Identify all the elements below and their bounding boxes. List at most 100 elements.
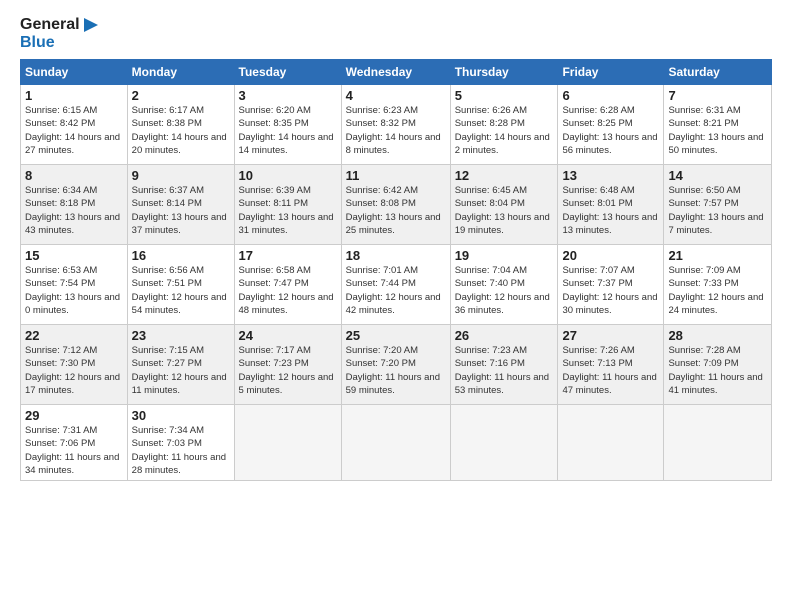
calendar-cell <box>341 405 450 481</box>
weekday-header: Thursday <box>450 60 558 85</box>
calendar-cell: 24 Sunrise: 7:17 AM Sunset: 7:23 PM Dayl… <box>234 325 341 405</box>
calendar-cell: 15 Sunrise: 6:53 AM Sunset: 7:54 PM Dayl… <box>21 245 128 325</box>
calendar-week-row: 15 Sunrise: 6:53 AM Sunset: 7:54 PM Dayl… <box>21 245 772 325</box>
day-number: 9 <box>132 168 230 183</box>
day-info: Sunrise: 7:17 AM Sunset: 7:23 PM Dayligh… <box>239 344 337 397</box>
day-number: 1 <box>25 88 123 103</box>
calendar-cell: 19 Sunrise: 7:04 AM Sunset: 7:40 PM Dayl… <box>450 245 558 325</box>
day-info: Sunrise: 7:31 AM Sunset: 7:06 PM Dayligh… <box>25 424 123 477</box>
calendar-week-row: 29 Sunrise: 7:31 AM Sunset: 7:06 PM Dayl… <box>21 405 772 481</box>
day-info: Sunrise: 6:17 AM Sunset: 8:38 PM Dayligh… <box>132 104 230 157</box>
day-number: 13 <box>562 168 659 183</box>
calendar-cell <box>664 405 772 481</box>
calendar-cell: 27 Sunrise: 7:26 AM Sunset: 7:13 PM Dayl… <box>558 325 664 405</box>
day-info: Sunrise: 6:42 AM Sunset: 8:08 PM Dayligh… <box>346 184 446 237</box>
day-number: 25 <box>346 328 446 343</box>
calendar-cell: 20 Sunrise: 7:07 AM Sunset: 7:37 PM Dayl… <box>558 245 664 325</box>
day-info: Sunrise: 7:34 AM Sunset: 7:03 PM Dayligh… <box>132 424 230 477</box>
calendar-week-row: 1 Sunrise: 6:15 AM Sunset: 8:42 PM Dayli… <box>21 85 772 165</box>
calendar-cell: 21 Sunrise: 7:09 AM Sunset: 7:33 PM Dayl… <box>664 245 772 325</box>
day-number: 30 <box>132 408 230 423</box>
calendar-cell: 1 Sunrise: 6:15 AM Sunset: 8:42 PM Dayli… <box>21 85 128 165</box>
calendar-cell: 28 Sunrise: 7:28 AM Sunset: 7:09 PM Dayl… <box>664 325 772 405</box>
calendar-cell: 10 Sunrise: 6:39 AM Sunset: 8:11 PM Dayl… <box>234 165 341 245</box>
day-info: Sunrise: 7:01 AM Sunset: 7:44 PM Dayligh… <box>346 264 446 317</box>
day-info: Sunrise: 7:15 AM Sunset: 7:27 PM Dayligh… <box>132 344 230 397</box>
weekday-header: Saturday <box>664 60 772 85</box>
calendar-cell: 16 Sunrise: 6:56 AM Sunset: 7:51 PM Dayl… <box>127 245 234 325</box>
calendar-cell: 11 Sunrise: 6:42 AM Sunset: 8:08 PM Dayl… <box>341 165 450 245</box>
day-number: 7 <box>668 88 767 103</box>
calendar-week-row: 8 Sunrise: 6:34 AM Sunset: 8:18 PM Dayli… <box>21 165 772 245</box>
weekday-header: Sunday <box>21 60 128 85</box>
day-number: 27 <box>562 328 659 343</box>
day-number: 14 <box>668 168 767 183</box>
day-number: 10 <box>239 168 337 183</box>
calendar-cell: 4 Sunrise: 6:23 AM Sunset: 8:32 PM Dayli… <box>341 85 450 165</box>
day-number: 15 <box>25 248 123 263</box>
calendar-cell: 5 Sunrise: 6:26 AM Sunset: 8:28 PM Dayli… <box>450 85 558 165</box>
calendar-cell: 7 Sunrise: 6:31 AM Sunset: 8:21 PM Dayli… <box>664 85 772 165</box>
day-info: Sunrise: 6:45 AM Sunset: 8:04 PM Dayligh… <box>455 184 554 237</box>
day-info: Sunrise: 6:50 AM Sunset: 7:57 PM Dayligh… <box>668 184 767 237</box>
calendar-cell: 12 Sunrise: 6:45 AM Sunset: 8:04 PM Dayl… <box>450 165 558 245</box>
day-info: Sunrise: 6:48 AM Sunset: 8:01 PM Dayligh… <box>562 184 659 237</box>
day-number: 12 <box>455 168 554 183</box>
day-info: Sunrise: 6:37 AM Sunset: 8:14 PM Dayligh… <box>132 184 230 237</box>
calendar-cell: 8 Sunrise: 6:34 AM Sunset: 8:18 PM Dayli… <box>21 165 128 245</box>
day-number: 19 <box>455 248 554 263</box>
calendar-cell: 14 Sunrise: 6:50 AM Sunset: 7:57 PM Dayl… <box>664 165 772 245</box>
header: General Blue <box>20 16 772 51</box>
calendar-cell: 26 Sunrise: 7:23 AM Sunset: 7:16 PM Dayl… <box>450 325 558 405</box>
day-info: Sunrise: 6:56 AM Sunset: 7:51 PM Dayligh… <box>132 264 230 317</box>
day-number: 3 <box>239 88 337 103</box>
calendar-cell: 2 Sunrise: 6:17 AM Sunset: 8:38 PM Dayli… <box>127 85 234 165</box>
calendar-cell: 23 Sunrise: 7:15 AM Sunset: 7:27 PM Dayl… <box>127 325 234 405</box>
day-number: 24 <box>239 328 337 343</box>
day-info: Sunrise: 6:58 AM Sunset: 7:47 PM Dayligh… <box>239 264 337 317</box>
day-info: Sunrise: 6:31 AM Sunset: 8:21 PM Dayligh… <box>668 104 767 157</box>
day-info: Sunrise: 6:26 AM Sunset: 8:28 PM Dayligh… <box>455 104 554 157</box>
day-info: Sunrise: 7:26 AM Sunset: 7:13 PM Dayligh… <box>562 344 659 397</box>
day-number: 5 <box>455 88 554 103</box>
day-info: Sunrise: 6:34 AM Sunset: 8:18 PM Dayligh… <box>25 184 123 237</box>
day-number: 28 <box>668 328 767 343</box>
calendar-cell: 6 Sunrise: 6:28 AM Sunset: 8:25 PM Dayli… <box>558 85 664 165</box>
day-info: Sunrise: 7:28 AM Sunset: 7:09 PM Dayligh… <box>668 344 767 397</box>
calendar-cell: 17 Sunrise: 6:58 AM Sunset: 7:47 PM Dayl… <box>234 245 341 325</box>
day-number: 6 <box>562 88 659 103</box>
day-number: 8 <box>25 168 123 183</box>
calendar-cell <box>558 405 664 481</box>
day-number: 22 <box>25 328 123 343</box>
day-info: Sunrise: 7:04 AM Sunset: 7:40 PM Dayligh… <box>455 264 554 317</box>
calendar-cell <box>450 405 558 481</box>
day-number: 20 <box>562 248 659 263</box>
logo-text: General Blue <box>20 16 98 51</box>
day-info: Sunrise: 6:15 AM Sunset: 8:42 PM Dayligh… <box>25 104 123 157</box>
day-info: Sunrise: 7:23 AM Sunset: 7:16 PM Dayligh… <box>455 344 554 397</box>
day-number: 23 <box>132 328 230 343</box>
day-info: Sunrise: 7:12 AM Sunset: 7:30 PM Dayligh… <box>25 344 123 397</box>
page-container: General Blue SundayMondayTuesdayWednesda… <box>0 0 792 491</box>
day-number: 29 <box>25 408 123 423</box>
day-number: 4 <box>346 88 446 103</box>
weekday-header: Monday <box>127 60 234 85</box>
day-info: Sunrise: 6:53 AM Sunset: 7:54 PM Dayligh… <box>25 264 123 317</box>
day-info: Sunrise: 6:23 AM Sunset: 8:32 PM Dayligh… <box>346 104 446 157</box>
calendar-cell: 3 Sunrise: 6:20 AM Sunset: 8:35 PM Dayli… <box>234 85 341 165</box>
day-info: Sunrise: 7:07 AM Sunset: 7:37 PM Dayligh… <box>562 264 659 317</box>
day-number: 26 <box>455 328 554 343</box>
day-number: 17 <box>239 248 337 263</box>
calendar-cell: 25 Sunrise: 7:20 AM Sunset: 7:20 PM Dayl… <box>341 325 450 405</box>
day-info: Sunrise: 6:28 AM Sunset: 8:25 PM Dayligh… <box>562 104 659 157</box>
day-number: 2 <box>132 88 230 103</box>
calendar-cell: 9 Sunrise: 6:37 AM Sunset: 8:14 PM Dayli… <box>127 165 234 245</box>
calendar-cell: 29 Sunrise: 7:31 AM Sunset: 7:06 PM Dayl… <box>21 405 128 481</box>
day-info: Sunrise: 7:09 AM Sunset: 7:33 PM Dayligh… <box>668 264 767 317</box>
calendar-cell: 30 Sunrise: 7:34 AM Sunset: 7:03 PM Dayl… <box>127 405 234 481</box>
logo: General Blue <box>20 16 98 51</box>
calendar-cell: 22 Sunrise: 7:12 AM Sunset: 7:30 PM Dayl… <box>21 325 128 405</box>
day-number: 21 <box>668 248 767 263</box>
day-info: Sunrise: 7:20 AM Sunset: 7:20 PM Dayligh… <box>346 344 446 397</box>
calendar-cell <box>234 405 341 481</box>
